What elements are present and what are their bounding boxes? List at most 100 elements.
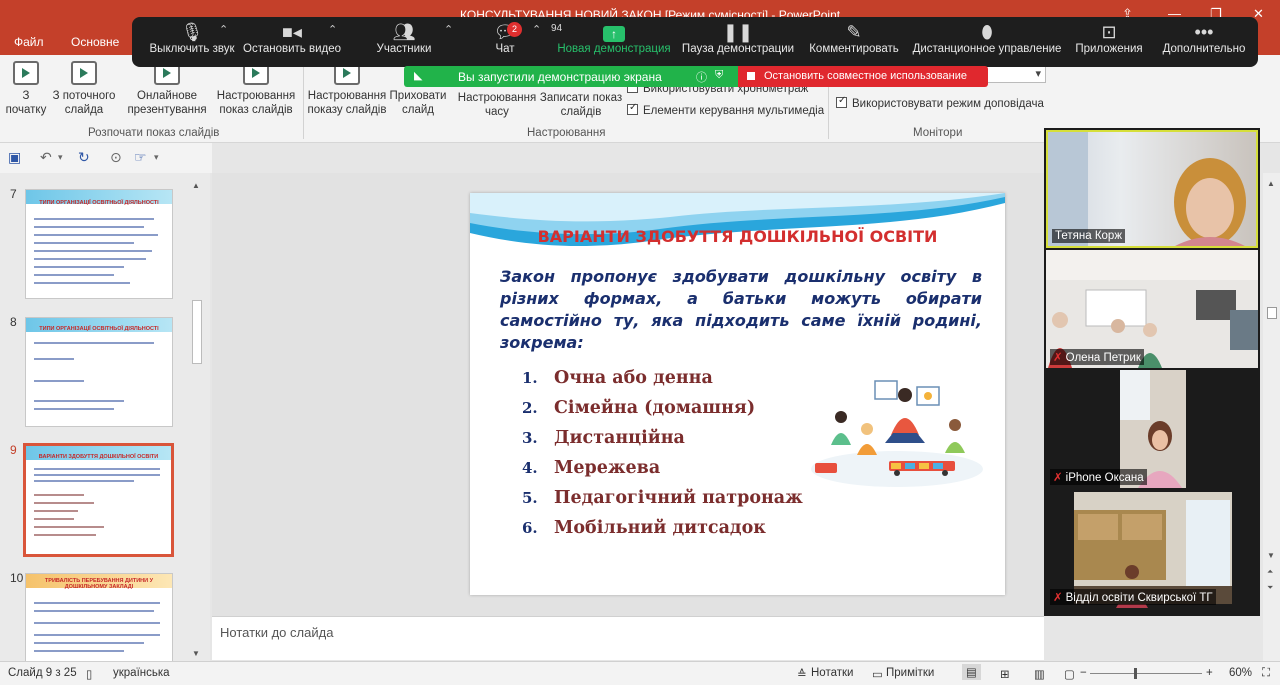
tab-home[interactable]: Основне <box>71 35 119 49</box>
zoom-slider[interactable] <box>1090 668 1202 679</box>
text-line <box>34 342 154 344</box>
mic-off-icon: ✗ <box>1053 352 1063 364</box>
presenter-view-checkbox[interactable]: Використовувати режим доповідача <box>836 95 1044 110</box>
touch-mode-icon[interactable]: ☞ <box>134 149 147 166</box>
pause-share-label: Пауза демонстрации <box>681 43 795 55</box>
new-share-label: Новая демонстрация <box>557 43 671 55</box>
spellcheck-icon[interactable]: ▯ <box>86 667 92 681</box>
list-item: 3. Дистанційна <box>522 428 685 448</box>
participants-button[interactable]: 👥︎ Участники <box>364 17 444 67</box>
status-bar: Слайд 9 з 25 ▯ українська ≙ Нотатки ▭ Пр… <box>0 661 1280 685</box>
annotate-label: Комментировать <box>809 43 899 55</box>
notes-pane[interactable]: Нотатки до слайда <box>212 616 1044 660</box>
shield-icon[interactable]: ⛨ <box>715 69 723 82</box>
new-share-button[interactable]: ↑ Новая демонстрация <box>554 17 674 67</box>
previous-slide-icon[interactable]: ⏶ <box>1267 567 1273 577</box>
stop-sharing-button[interactable]: Остановить совместное использование <box>738 66 988 87</box>
from-current-slide-button[interactable]: З поточного слайда <box>48 61 120 117</box>
chevron-down-icon[interactable]: ▾ <box>58 152 63 163</box>
fit-to-window-icon[interactable]: ⛶ <box>1262 667 1270 680</box>
text-line <box>34 380 84 382</box>
editor-scrollbar[interactable]: ▲ ▼ ⏶ ⏷ <box>1263 173 1280 661</box>
hide-slide-label: Приховати слайд <box>389 90 447 116</box>
setup-slideshow-button[interactable]: Настроювання показу слайдів <box>306 61 388 117</box>
more-button[interactable]: ••• Дополнительно <box>1156 17 1252 67</box>
thumbnail-title: ТИПИ ОРГАНІЗАЦІЇ ОСВІТНЬОЇ ДІЯЛЬНОСТІ <box>39 200 159 206</box>
record-slideshow-button[interactable]: Записати показ слайдів <box>538 91 624 119</box>
thumbnail-number: 7 <box>10 187 17 201</box>
chevron-down-icon[interactable]: ⌃ <box>328 23 337 36</box>
from-beginning-label: З початку <box>5 90 47 116</box>
annotate-button[interactable]: ✎ Комментировать <box>804 17 904 67</box>
slide-thumbnail[interactable]: ТИПИ ОРГАНІЗАЦІЇ ОСВІТНЬОЇ ДІЯЛЬНОСТІ <box>25 317 173 427</box>
slideshow-view-icon[interactable]: ▢ <box>1064 667 1075 681</box>
normal-view-icon[interactable]: ▤ <box>962 664 981 680</box>
slide-sorter-icon[interactable]: ⊞ <box>1000 667 1010 681</box>
zoom-slider-knob[interactable] <box>1134 668 1137 679</box>
next-slide-icon[interactable]: ⏷ <box>1267 583 1273 593</box>
video-tile[interactable]: ✗ Відділ освіти Сквирської ТГ <box>1046 490 1258 608</box>
thumbnail-number: 8 <box>10 315 17 329</box>
apps-label: Приложения <box>1075 43 1143 55</box>
scrollbar-thumb[interactable] <box>1267 307 1277 319</box>
pause-share-button[interactable]: ❚❚ Пауза демонстрации <box>680 17 796 67</box>
share-screen-icon: ↑ <box>603 26 625 42</box>
slide-thumbnail[interactable]: ТИПИ ОРГАНІЗАЦІЇ ОСВІТНЬОЇ ДІЯЛЬНОСТІ <box>25 189 173 299</box>
notes-placeholder: Нотатки до слайда <box>220 625 334 640</box>
video-tile[interactable]: ✗ Олена Петрик <box>1046 250 1258 368</box>
chevron-down-icon[interactable]: ⌃ <box>444 23 453 36</box>
scroll-up-icon[interactable]: ▲ <box>192 181 200 190</box>
slide-thumbnail[interactable]: ТРИВАЛІСТЬ ПЕРЕБУВАННЯ ДИТИНИ У ДОШКІЛЬН… <box>25 573 173 663</box>
more-icon: ••• <box>1194 22 1214 42</box>
reading-view-icon[interactable]: ▥ <box>1034 667 1045 681</box>
sharing-notice-text: Вы запустили демонстрацию экрана <box>458 70 662 84</box>
chevron-down-icon[interactable]: ⌃ <box>532 23 541 36</box>
video-tile[interactable]: ✗ iPhone Оксана <box>1046 370 1258 488</box>
text-line <box>34 650 124 652</box>
present-online-button[interactable]: Онлайнове презентування <box>126 61 208 117</box>
undo-icon[interactable]: ↶ <box>40 149 52 166</box>
text-line <box>34 408 114 410</box>
save-icon[interactable]: ▣ <box>8 149 21 166</box>
scroll-down-icon[interactable]: ▼ <box>1267 551 1275 560</box>
drag-handle-icon[interactable]: ◣ <box>414 69 422 82</box>
scroll-up-icon[interactable]: ▲ <box>1267 179 1275 188</box>
chevron-down-icon[interactable]: ⌃ <box>219 23 228 36</box>
media-controls-checkbox[interactable]: Елементи керування мультимедіа <box>627 102 824 117</box>
thumbnail-number: 9 <box>10 443 17 457</box>
scroll-down-icon[interactable]: ▼ <box>192 649 200 658</box>
zoom-out-icon[interactable]: − <box>1080 667 1087 679</box>
mic-off-icon: ✗ <box>1053 592 1063 604</box>
rehearse-timings-button[interactable]: Настроювання часу <box>456 91 538 119</box>
chat-badge: 2 <box>507 22 522 37</box>
scrollbar-thumb[interactable] <box>192 300 202 364</box>
thumbnails-scrollbar[interactable]: ▲ ▼ <box>190 177 204 661</box>
text-line <box>34 474 160 476</box>
chevron-down-icon[interactable]: ▾ <box>154 152 159 163</box>
group-monitors: Монітори <box>913 127 963 139</box>
zoom-level[interactable]: 60% <box>1229 667 1252 679</box>
text-line <box>34 468 160 470</box>
comments-toggle[interactable]: Примітки <box>886 667 934 679</box>
participants-icon: 👥︎ <box>392 22 416 42</box>
tab-file[interactable]: Файл <box>14 35 44 49</box>
from-current-slide-label: З поточного слайда <box>52 90 116 116</box>
apps-button[interactable]: ⊡ Приложения <box>1072 17 1146 67</box>
list-item: 1. Очна або денна <box>522 368 713 388</box>
stop-video-button[interactable]: ■◂ Остановить видео <box>242 17 342 67</box>
redo-icon[interactable]: ↻ <box>78 149 90 166</box>
from-beginning-button[interactable]: З початку <box>4 61 48 117</box>
rehearse-timings-label: Настроювання часу <box>457 92 537 118</box>
remote-control-button[interactable]: ⬮ Дистанционное управление <box>912 17 1062 67</box>
current-slide[interactable]: ВАРІАНТИ ЗДОБУТТЯ ДОШКІЛЬНОЇ ОСВІТИ Зако… <box>470 193 1005 595</box>
chat-button[interactable]: 💬︎ Чат <box>480 17 530 67</box>
zoom-in-icon[interactable]: + <box>1206 667 1213 679</box>
custom-show-button[interactable]: Настроювання показ слайдів <box>212 61 300 117</box>
video-tile[interactable]: Тетяна Корж <box>1046 130 1258 248</box>
slide-thumbnail-active[interactable]: ВАРІАНТИ ЗДОБУТТЯ ДОШКІЛЬНОЇ ОСВІТИ <box>23 443 174 557</box>
present-from-start-icon[interactable]: ⊙ <box>110 149 122 166</box>
language-indicator[interactable]: українська <box>113 667 170 679</box>
notes-toggle[interactable]: Нотатки <box>811 667 853 679</box>
zoom-toolbar: 🎙︎ Выключить звук ⌃ ■◂ Остановить видео … <box>132 17 1258 67</box>
info-icon[interactable]: ⓘ <box>696 69 707 85</box>
